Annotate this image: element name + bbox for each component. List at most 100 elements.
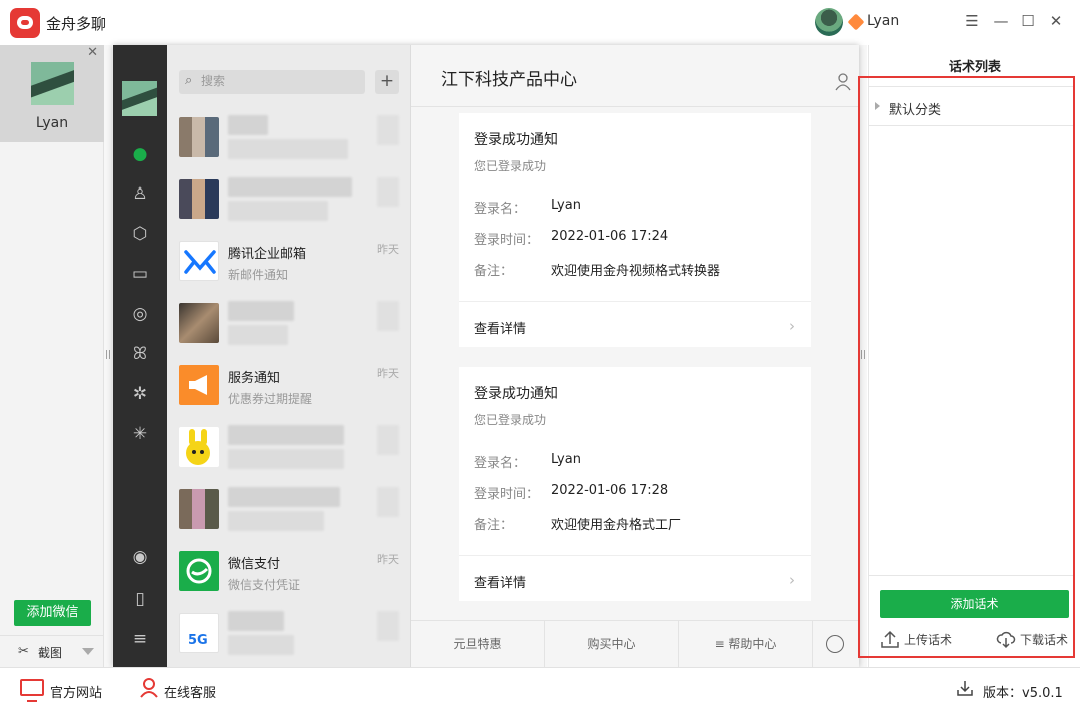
blurred-name [228, 115, 268, 135]
caret-right-icon[interactable] [875, 102, 880, 110]
svg-text:5G: 5G [188, 633, 208, 648]
contact-avatar [179, 303, 219, 343]
field-value: 欢迎使用金舟视频格式转换器 [551, 264, 721, 279]
chat-item[interactable] [167, 417, 411, 479]
view-details-link[interactable]: 查看详情 [474, 318, 526, 337]
blurred-preview [228, 325, 288, 345]
blurred-time [377, 177, 399, 207]
blurred-name [228, 177, 352, 197]
add-chat-button[interactable]: + [375, 70, 399, 94]
chat-title: 江下科技产品中心 [441, 70, 577, 90]
message-subtitle: 您已登录成功 [474, 413, 547, 427]
search-network-icon[interactable]: ✲ [128, 382, 152, 406]
monitor-icon[interactable] [20, 679, 44, 702]
footer-menu-help[interactable]: ≡ 帮助中心 [679, 621, 813, 668]
vip-diamond-icon [847, 13, 865, 31]
category-default[interactable]: 默认分类 [869, 86, 1075, 126]
footer-menu-new-year[interactable]: 元旦特惠 [411, 621, 545, 668]
chat-item[interactable] [167, 169, 411, 231]
blurred-time [377, 425, 399, 455]
chat-name: 微信支付 [228, 557, 281, 572]
account-card[interactable]: ✕ Lyan [0, 45, 104, 142]
chat-item[interactable] [167, 107, 411, 169]
minimize-icon[interactable]: — [991, 11, 1011, 31]
account-name: Lyan [35, 115, 69, 131]
official-website-link[interactable]: 官方网站 [50, 682, 102, 701]
field-label: 登录名： [474, 456, 527, 471]
footer-menu-purchase[interactable]: 购买中心 [545, 621, 679, 668]
account-avatar [31, 62, 74, 105]
search-icon: ⌕ [185, 73, 193, 88]
group-avatar [179, 179, 219, 219]
channels-icon[interactable]: ꕤ [128, 342, 152, 366]
add-wechat-button[interactable]: 添加微信 [14, 600, 91, 626]
close-icon[interactable]: ✕ [1046, 11, 1066, 31]
bottom-bar: 官方网站 在线客服 版本：v5.0.1 [0, 667, 1080, 708]
chat-item[interactable]: 微信支付 微信支付凭证 昨天 [167, 541, 411, 603]
chat-icon[interactable]: ● [128, 142, 152, 166]
screenshot-tool[interactable]: ✂ 截图 [0, 635, 104, 667]
online-support-link[interactable]: 在线客服 [164, 682, 216, 701]
message-title: 登录成功通知 [474, 386, 558, 402]
scripts-panel-title: 话术列表 [948, 60, 1001, 75]
folder-icon[interactable]: ▭ [128, 262, 152, 286]
app-logo-icon [10, 8, 40, 38]
message-card: 登录成功通知 您已登录成功 登录名： Lyan 登录时间： 2022-01-06… [459, 113, 811, 347]
chevron-right-icon[interactable]: › [789, 571, 795, 589]
moments-icon[interactable]: ◎ [128, 302, 152, 326]
search-input[interactable] [201, 74, 351, 88]
download-icon[interactable] [956, 679, 974, 697]
blurred-time [377, 611, 399, 641]
screenshot-label: 截图 [38, 646, 63, 660]
chat-item[interactable]: 腾讯企业邮箱 新邮件通知 昨天 [167, 231, 411, 293]
field-label: 登录时间： [474, 233, 540, 248]
blurred-name [228, 487, 340, 507]
cloud-download-icon[interactable] [996, 629, 1016, 649]
view-details-link[interactable]: 查看详情 [474, 572, 526, 591]
user-avatar[interactable] [815, 8, 843, 36]
splitter-left[interactable]: || [104, 45, 112, 667]
upload-scripts-button[interactable]: 上传话术 [904, 631, 952, 648]
profile-icon[interactable] [835, 73, 851, 91]
more-menu-icon[interactable]: ≡ [128, 627, 152, 651]
phone-icon[interactable]: ▯ [128, 587, 152, 611]
blurred-preview [228, 449, 344, 469]
user-name[interactable]: Lyan [867, 13, 899, 29]
message-subtitle: 您已登录成功 [474, 159, 547, 173]
mini-program-icon[interactable]: ✳ [128, 422, 152, 446]
chat-header: 江下科技产品中心 [411, 45, 859, 107]
chat-item[interactable] [167, 479, 411, 541]
field-label: 备注： [474, 264, 514, 279]
blurred-name [228, 301, 294, 321]
blurred-preview [228, 511, 324, 531]
chat-item[interactable]: 服务通知 优惠券过期提醒 昨天 [167, 355, 411, 417]
chevron-down-icon[interactable] [82, 648, 94, 655]
download-scripts-button[interactable]: 下载话术 [1020, 631, 1068, 648]
cube-icon[interactable]: ⬡ [128, 222, 152, 246]
maximize-icon[interactable]: ☐ [1018, 11, 1038, 31]
chat-footer-menu: 元旦特惠 购买中心 ≡ 帮助中心 [411, 620, 859, 668]
customer-service-icon[interactable] [140, 678, 158, 698]
field-value: 2022-01-06 17:24 [551, 229, 669, 244]
field-value: Lyan [551, 452, 581, 467]
wechat-nav: ● ♙ ⬡ ▭ ◎ ꕤ ✲ ✳ ◉ ▯ ≡ [113, 45, 167, 667]
chat-preview: 优惠券过期提醒 [228, 392, 313, 406]
music-icon[interactable]: ◉ [128, 545, 152, 569]
chat-item[interactable] [167, 293, 411, 355]
contacts-icon[interactable]: ♙ [128, 182, 152, 206]
chat-time: 昨天 [377, 553, 399, 566]
keyboard-icon[interactable] [826, 635, 844, 653]
close-account-icon[interactable]: ✕ [87, 45, 98, 60]
blurred-preview [228, 139, 348, 159]
add-script-button[interactable]: 添加话术 [880, 590, 1069, 618]
upload-icon[interactable] [880, 629, 900, 649]
blurred-name [228, 611, 284, 631]
chat-item[interactable]: 5G [167, 603, 411, 665]
wechat-avatar[interactable] [122, 81, 157, 116]
chevron-right-icon[interactable]: › [789, 317, 795, 335]
search-box[interactable]: ⌕ [179, 70, 365, 94]
app-window: 金舟多聊 Lyan ☰ — ☐ ✕ ✕ Lyan 添加微信 ✂ 截图 || ||… [0, 0, 1080, 708]
scripts-panel: 话术列表 默认分类 添加话术 上传话术 下载话术 [868, 45, 1080, 667]
menu-icon[interactable]: ☰ [962, 11, 982, 31]
splitter-right[interactable]: || [859, 45, 867, 667]
